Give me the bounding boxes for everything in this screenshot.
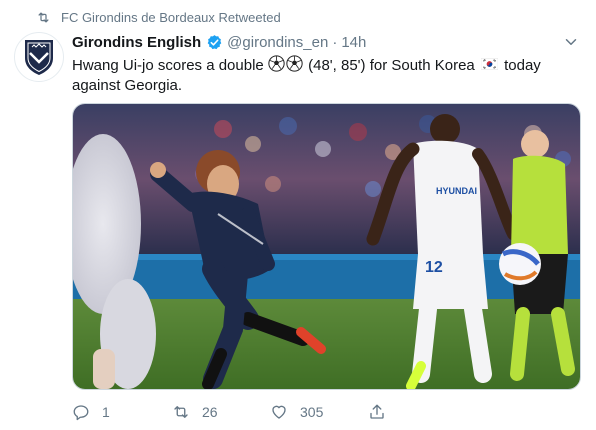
header-separator: · — [332, 33, 338, 51]
reply-count: 1 — [102, 404, 110, 420]
share-icon — [370, 404, 384, 419]
reply-icon — [73, 405, 89, 421]
soccer-ball-emoji-icon — [268, 55, 285, 72]
retweet-count: 26 — [202, 404, 218, 420]
chevron-down-icon[interactable] — [562, 33, 580, 51]
tweet-header: Girondins English @girondins_en · 14h — [72, 32, 366, 52]
tweet-text-part2: (48', 85') for South Korea — [308, 57, 475, 74]
retweet-icon — [38, 12, 49, 22]
shirt-number: 12 — [425, 259, 443, 276]
tweet-text: Hwang Ui-jo scores a double (48', 85') f… — [72, 55, 572, 96]
soccer-ball-emoji-icon — [286, 55, 303, 72]
tweet-text-part1: Hwang Ui-jo scores a double — [72, 57, 264, 74]
football-match-photo: 12 HYUNDAI — [73, 104, 580, 389]
retweet-icon — [174, 406, 188, 418]
tweet-photo[interactable]: 12 HYUNDAI — [72, 103, 581, 390]
bordeaux-crest-icon — [25, 40, 53, 75]
tweet-timestamp[interactable]: 14h — [341, 34, 366, 51]
tweet-card[interactable]: FC Girondins de Bordeaux Retweeted Giron… — [0, 0, 596, 430]
verified-badge-icon — [207, 34, 222, 49]
retweet-button[interactable]: 26 — [172, 403, 270, 421]
like-button[interactable]: 305 — [270, 403, 368, 421]
avatar[interactable] — [14, 32, 64, 82]
heart-icon — [272, 405, 286, 419]
share-button[interactable] — [368, 403, 386, 421]
like-count: 305 — [300, 404, 324, 420]
author-name[interactable]: Girondins English — [72, 34, 201, 51]
retweet-context-label[interactable]: FC Girondins de Bordeaux Retweeted — [61, 10, 281, 25]
author-handle[interactable]: @girondins_en — [227, 34, 328, 51]
tweet-actions: 1 26 305 — [72, 402, 386, 422]
retweet-context[interactable]: FC Girondins de Bordeaux Retweeted — [36, 8, 281, 26]
sponsor-text: HYUNDAI — [436, 186, 477, 196]
south-korea-flag-emoji-icon — [480, 58, 498, 70]
reply-button[interactable]: 1 — [72, 403, 172, 421]
